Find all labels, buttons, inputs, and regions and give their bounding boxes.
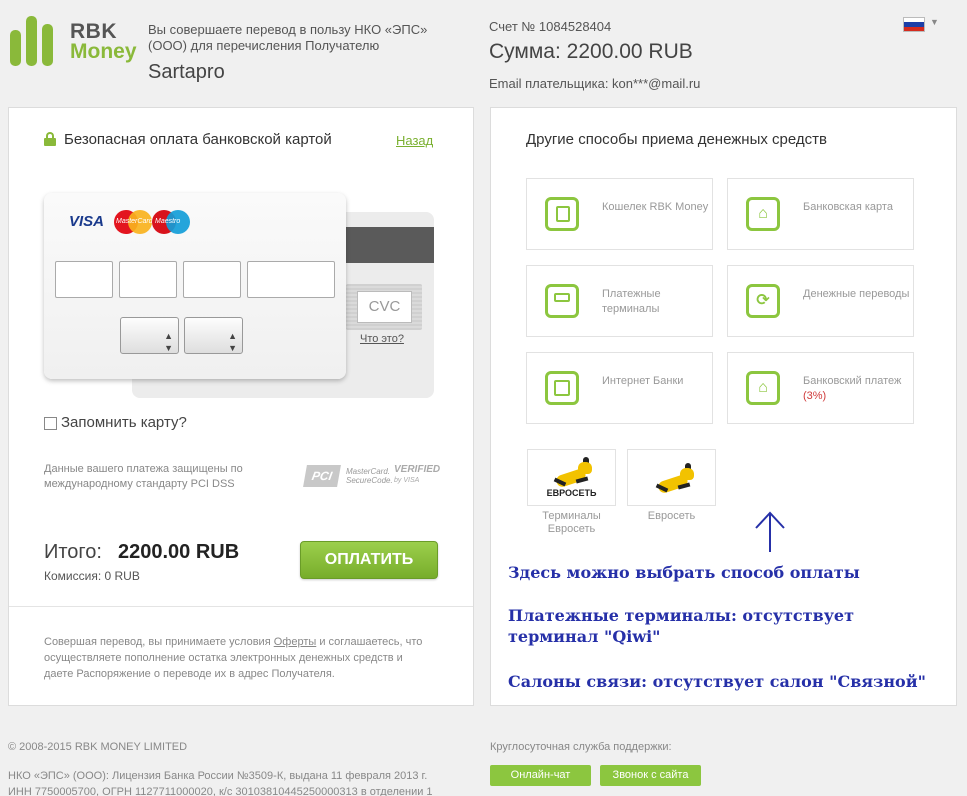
cvc-help-link[interactable]: Что это? [360,333,404,345]
terms-text: Совершая перевод, вы принимаете условия … [44,634,434,682]
remember-card-checkbox[interactable] [44,417,57,430]
verified-by-visa-logo: VERIFIED by VISA [394,465,440,486]
oferta-link[interactable]: Оферты [274,636,317,648]
method-bank-payment[interactable]: ⌂ Банковский платеж (3%) [727,352,914,424]
method-rbk-wallet[interactable]: Кошелек RBK Money [526,178,713,250]
back-link[interactable]: Назад [396,133,433,148]
support-label: Круглосуточная служба поддержки: [490,741,672,753]
select-arrows-icon: ▲ ▼ [164,331,173,353]
terminal-icon [545,284,579,318]
card-number-part-1-input[interactable] [55,261,113,298]
safe-icon [545,371,579,405]
bank-icon: ⌂ [746,371,780,405]
mastercard-logo-icon: MasterCard [114,210,154,234]
lock-icon [44,132,56,146]
annotation-choose-method: Здесь можно выбрать способ оплаты [508,563,860,582]
card-number-part-4-input[interactable] [247,261,335,298]
method-money-transfers[interactable]: ⟳ Денежные переводы [727,265,914,337]
commission-text: Комиссия: 0 RUB [44,569,140,583]
payment-amount: Сумма: 2200.00 RUB [489,40,693,63]
annotation-no-svyaznoy: Салоны связи: отсутствует салон "Связной… [508,672,926,691]
payee-name: Sartapro [148,61,225,83]
pci-logo: PCI [303,465,341,487]
license-line-2: ИНН 7750005700, ОГРН 1127711000020, к/с … [8,786,433,796]
language-dropdown-caret-icon[interactable]: ▼ [930,17,939,27]
evroset-terminals-caption: Терминалы Евросеть [542,510,601,535]
evroset-caption: Евросеть [647,510,696,522]
divider [9,606,473,607]
terms-text-before: Совершая перевод, вы принимаете условия [44,636,274,648]
securecode-line-2: SecureCode. [346,476,393,485]
pay-button[interactable]: ОПЛАТИТЬ [300,541,438,579]
method-label: Кошелек RBK Money [602,201,709,213]
copyright: © 2008-2015 RBK MONEY LIMITED [8,741,188,753]
up-arrow-icon [755,511,785,552]
method-bank-card[interactable]: ⌂ Банковская карта [727,178,914,250]
method-label-text: Банковский платеж [803,375,902,387]
rbk-logo-icon [10,16,58,68]
online-chat-button[interactable]: Онлайн-чат [490,765,591,786]
pci-dss-notice: Данные вашего платежа защищены по междун… [44,463,243,490]
expiry-year-select[interactable]: ▲ ▼ [184,317,243,354]
logo-text-money: Money [70,40,137,63]
payer-email: Email плательщика: kon***@mail.ru [489,76,701,91]
card-number-part-3-input[interactable] [183,261,241,298]
method-label: Денежные переводы [803,288,910,300]
license-line-1: НКО «ЭПС» (ООО): Лицензия Банка России №… [8,770,428,782]
other-methods-title: Другие способы приема денежных средств [526,131,827,148]
annotation-no-qiwi: Платежные терминалы: отсутствует термина… [508,606,855,646]
method-label: Интернет Банки [602,375,684,387]
wallet-icon [545,197,579,231]
bank-icon: ⌂ [746,197,780,231]
visa-logo: VISA [69,213,105,230]
card-number-part-2-input[interactable] [119,261,177,298]
total-label: Итого: [44,541,102,563]
securecode-line-1: MasterCard. [346,467,391,476]
method-internet-banks[interactable]: Интернет Банки [526,352,713,424]
callback-button[interactable]: Звонок с сайта [600,765,701,786]
russian-flag-icon[interactable] [903,17,925,32]
transfer-icon: ⟳ [746,284,780,318]
mastercard-logo-text: MasterCard [116,218,153,225]
maestro-logo-text: Maestro [155,218,181,225]
method-evroset[interactable] [627,449,716,506]
method-label: Банковский платеж (3%) [803,374,913,404]
mastercard-securecode-logo: MasterCard. SecureCode. [346,467,393,485]
method-evroset-terminals[interactable]: ЕВРОСЕТЬ [527,449,616,506]
invoice-number: Счет № 1084528404 [489,19,612,34]
maestro-logo-icon: Maestro [152,210,192,234]
payee-description: Вы совершаете перевод в пользу НКО «ЭПС»… [148,22,428,53]
card-magnetic-stripe [346,227,434,263]
vbv-line-1: VERIFIED [394,464,441,475]
expiry-month-select[interactable]: ▲ ▼ [120,317,179,354]
cvc-input[interactable]: CVC [357,291,412,323]
vbv-line-2: by VISA [394,477,420,484]
method-label: Платежные терминалы [602,288,661,315]
method-label: Банковская карта [803,201,893,213]
evroset-logo-text: ЕВРОСЕТЬ [546,488,597,498]
secure-payment-title: Безопасная оплата банковской картой [64,131,332,148]
total-value: 2200.00 RUB [118,541,240,563]
method-payment-terminals[interactable]: Платежные терминалы [526,265,713,337]
select-arrows-icon: ▲ ▼ [228,331,237,353]
commission-badge: (3%) [803,390,827,402]
remember-card-label[interactable]: Запомнить карту? [61,414,187,431]
